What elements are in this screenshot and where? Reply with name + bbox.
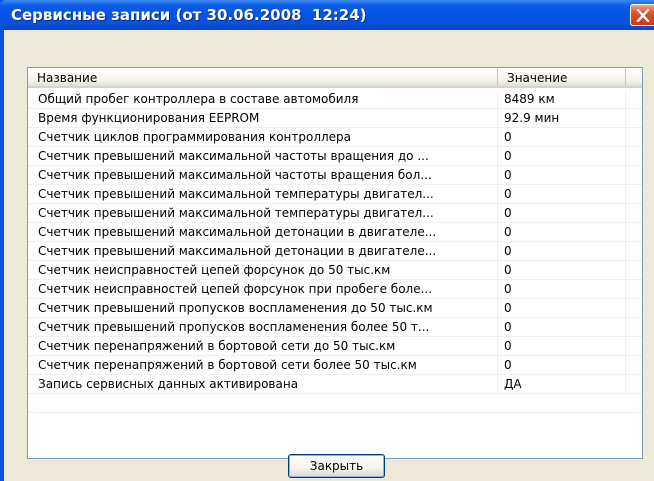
list-rows: Общий пробег контроллера в составе автом… — [28, 90, 642, 413]
record-name: Счетчик превышений пропусков воспламенен… — [28, 318, 498, 336]
list-item[interactable]: Счетчик превышений максимальной частоты … — [28, 166, 642, 185]
record-name: Счетчик превышений максимальной детонаци… — [28, 242, 498, 260]
list-item-empty — [28, 394, 642, 413]
record-name: Счетчик перенапряжений в бортовой сети б… — [28, 356, 498, 374]
record-value: 0 — [498, 318, 626, 336]
record-value: 92.9 мин — [498, 109, 626, 127]
record-value: 0 — [498, 261, 626, 279]
list-item[interactable]: Счетчик неисправностей цепей форсунок до… — [28, 261, 642, 280]
record-name: Время функционирования EEPROM — [28, 109, 498, 127]
column-header-name[interactable]: Название — [28, 68, 498, 86]
dialog-window: Сервисные записи (от 30.06.2008 12:24) Н… — [0, 0, 654, 481]
record-value: 0 — [498, 185, 626, 203]
record-name: Счетчик превышений максимальной температ… — [28, 185, 498, 203]
record-value: 0 — [498, 299, 626, 317]
column-header-filler — [626, 68, 642, 86]
record-value: 0 — [498, 204, 626, 222]
list-item[interactable]: Счетчик превышений максимальной детонаци… — [28, 242, 642, 261]
record-value: 0 — [498, 356, 626, 374]
record-value: 0 — [498, 242, 626, 260]
record-value: 0 — [498, 280, 626, 298]
record-name: Счетчик превышений максимальной частоты … — [28, 166, 498, 184]
list-item[interactable]: Счетчик циклов программирования контролл… — [28, 128, 642, 147]
column-header-value[interactable]: Значение — [498, 68, 626, 86]
record-name: Счетчик неисправностей цепей форсунок до… — [28, 261, 498, 279]
record-value: 8489 км — [498, 90, 626, 108]
record-name: Счетчик циклов программирования контролл… — [28, 128, 498, 146]
record-name: Запись сервисных данных активирована — [28, 375, 498, 393]
list-item[interactable]: Счетчик превышений максимальной температ… — [28, 204, 642, 223]
record-name: Счетчик превышений максимальной температ… — [28, 204, 498, 222]
list-item[interactable]: Счетчик превышений максимальной температ… — [28, 185, 642, 204]
record-name: Счетчик неисправностей цепей форсунок пр… — [28, 280, 498, 298]
close-icon — [636, 9, 650, 22]
list-header: Название Значение — [28, 68, 642, 88]
list-item[interactable]: Счетчик перенапряжений в бортовой сети б… — [28, 356, 642, 375]
record-name: Счетчик превышений максимальной частоты … — [28, 147, 498, 165]
record-name: Счетчик перенапряжений в бортовой сети д… — [28, 337, 498, 355]
dialog-body: Название Значение Общий пробег контролле… — [4, 30, 654, 481]
service-records-list[interactable]: Название Значение Общий пробег контролле… — [27, 67, 643, 459]
record-name: Счетчик превышений пропусков воспламенен… — [28, 299, 498, 317]
list-item[interactable]: Счетчик превышений пропусков воспламенен… — [28, 318, 642, 337]
record-value: 0 — [498, 147, 626, 165]
list-item[interactable]: Общий пробег контроллера в составе автом… — [28, 90, 642, 109]
list-item[interactable]: Счетчик превышений пропусков воспламенен… — [28, 299, 642, 318]
record-value: 0 — [498, 337, 626, 355]
record-value: 0 — [498, 128, 626, 146]
list-item[interactable]: Счетчик перенапряжений в бортовой сети д… — [28, 337, 642, 356]
title-close-button[interactable] — [630, 4, 654, 26]
list-item[interactable]: Счетчик превышений максимальной частоты … — [28, 147, 642, 166]
record-value: ДА — [498, 375, 626, 393]
record-name: Счетчик превышений максимальной детонаци… — [28, 223, 498, 241]
record-name: Общий пробег контроллера в составе автом… — [28, 90, 498, 108]
record-value: 0 — [498, 223, 626, 241]
list-item[interactable]: Счетчик превышений максимальной детонаци… — [28, 223, 642, 242]
close-button[interactable]: Закрыть — [288, 454, 385, 478]
title-bar[interactable]: Сервисные записи (от 30.06.2008 12:24) — [0, 0, 654, 30]
list-item[interactable]: Время функционирования EEPROM 92.9 мин — [28, 109, 642, 128]
list-item[interactable]: Счетчик неисправностей цепей форсунок пр… — [28, 280, 642, 299]
window-title: Сервисные записи (от 30.06.2008 12:24) — [11, 6, 367, 24]
record-value: 0 — [498, 166, 626, 184]
list-item[interactable]: Запись сервисных данных активирована ДА — [28, 375, 642, 394]
